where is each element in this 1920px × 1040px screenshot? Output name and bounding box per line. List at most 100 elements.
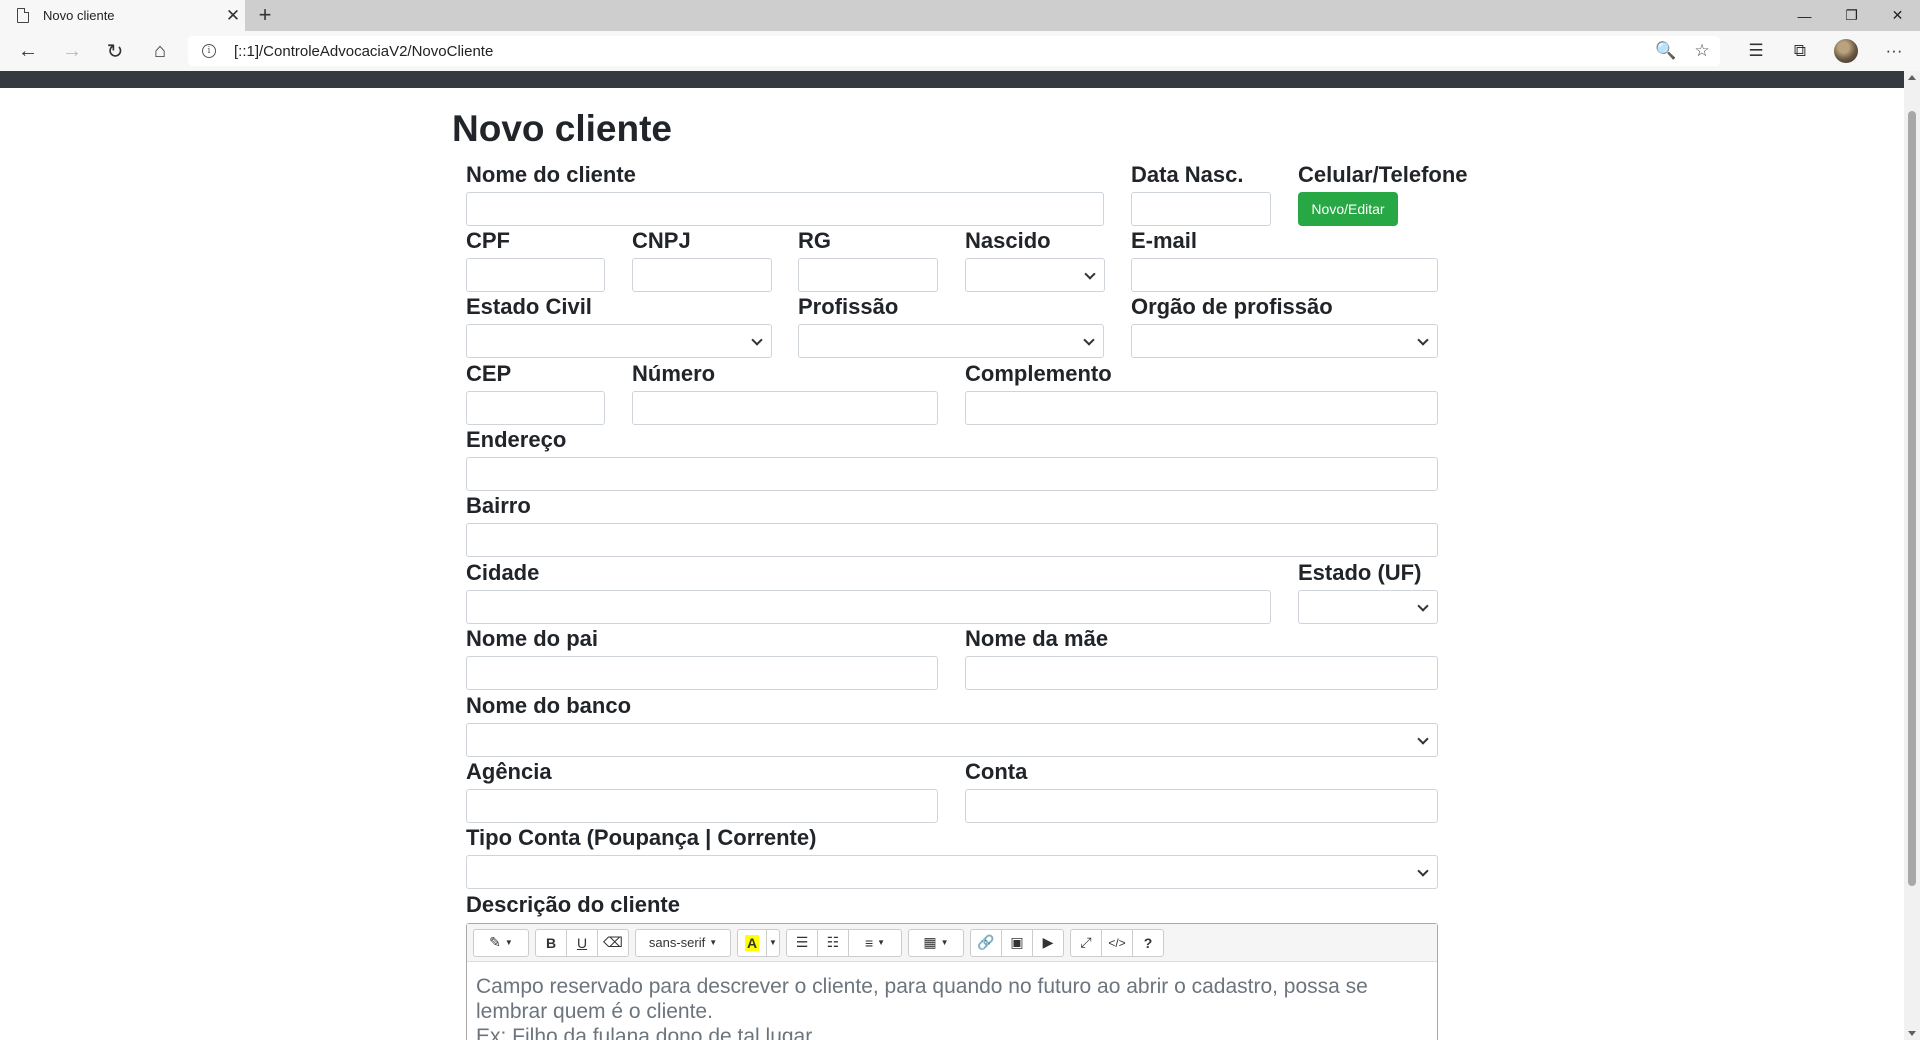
data-nasc-input[interactable] — [1131, 192, 1271, 226]
label-nascido: Nascido — [965, 228, 1051, 253]
label-estado-civil: Estado Civil — [466, 294, 592, 319]
scroll-up-icon[interactable] — [1908, 75, 1916, 80]
label-agencia: Agência — [466, 759, 552, 784]
label-cpf: CPF — [466, 228, 510, 253]
page-title: Novo cliente — [452, 108, 672, 149]
site-info-icon[interactable]: i — [202, 44, 216, 58]
editor-placeholder-line: Ex: Filho da fulana dono de tal lugar — [476, 1025, 813, 1040]
agencia-input[interactable] — [466, 789, 938, 823]
code-view-icon[interactable]: </> — [1101, 928, 1133, 957]
nascido-select[interactable] — [965, 258, 1105, 292]
bold-button[interactable]: B — [535, 928, 567, 957]
text-color-button[interactable]: A — [737, 928, 767, 957]
bairro-input[interactable] — [466, 523, 1438, 557]
tipo-conta-select[interactable] — [466, 855, 1438, 889]
estado-civil-select[interactable] — [466, 324, 772, 358]
ordered-list-icon[interactable]: ☷ — [817, 928, 849, 957]
label-cep: CEP — [466, 361, 512, 386]
more-menu-icon[interactable]: ··· — [1876, 31, 1912, 71]
editor-toolbar: ✎ ▼ B U ⌫ sans-serif ▼ A ▼ ☰ ☷ ≡ ▼ ▦ ▼ 🔗… — [467, 924, 1437, 962]
tab-title: Novo cliente — [43, 8, 115, 23]
home-button[interactable]: ⌂ — [142, 31, 178, 71]
paragraph-align-dropdown[interactable]: ≡ ▼ — [848, 928, 902, 957]
restore-button[interactable]: ❐ — [1829, 0, 1874, 31]
favorite-star-icon[interactable]: ☆ — [1684, 41, 1720, 61]
link-icon[interactable]: 🔗 — [970, 928, 1002, 957]
label-data-nasc: Data Nasc. — [1131, 162, 1244, 187]
label-rg: RG — [798, 228, 831, 253]
mae-input[interactable] — [965, 656, 1438, 690]
tab-close-icon[interactable]: ✕ — [221, 6, 245, 26]
cnpj-input[interactable] — [632, 258, 772, 292]
forward-button[interactable]: → — [54, 31, 90, 71]
orgao-select[interactable] — [1131, 324, 1438, 358]
scroll-thumb[interactable] — [1908, 111, 1916, 886]
email-input[interactable] — [1131, 258, 1438, 292]
page-icon — [17, 8, 29, 23]
refresh-button[interactable]: ↻ — [97, 31, 133, 71]
font-family-dropdown[interactable]: sans-serif ▼ — [635, 928, 731, 957]
label-complemento: Complemento — [965, 361, 1112, 386]
label-numero: Número — [632, 361, 716, 386]
close-window-button[interactable]: ✕ — [1875, 0, 1920, 31]
label-descricao: Descrição do cliente — [466, 892, 680, 917]
label-pai: Nome do pai — [466, 626, 599, 651]
page-content: Novo cliente Nome do cliente Data Nasc. … — [0, 71, 1920, 1040]
label-orgao: Orgão de profissão — [1131, 294, 1333, 319]
cidade-input[interactable] — [466, 590, 1271, 624]
complemento-input[interactable] — [965, 391, 1438, 425]
table-dropdown[interactable]: ▦ ▼ — [908, 928, 964, 957]
numero-input[interactable] — [632, 391, 938, 425]
video-icon[interactable]: ▶ — [1032, 928, 1064, 957]
cep-input[interactable] — [466, 391, 605, 425]
editor-content[interactable]: Campo reservado para descrever o cliente… — [467, 962, 1437, 1040]
collections-icon[interactable]: ⧉ — [1782, 31, 1818, 71]
scroll-down-icon[interactable] — [1908, 1031, 1916, 1036]
style-dropdown[interactable]: ✎ ▼ — [473, 928, 529, 957]
editor-placeholder-line: lembrar quem é o cliente. — [476, 1000, 713, 1023]
page-scrollbar[interactable] — [1904, 71, 1920, 1040]
clear-format-icon[interactable]: ⌫ — [597, 928, 629, 957]
zoom-icon[interactable]: 🔍 — [1648, 41, 1684, 61]
font-family-label: sans-serif — [648, 935, 706, 950]
new-tab-button[interactable]: + — [252, 2, 278, 28]
cpf-input[interactable] — [466, 258, 605, 292]
app-navbar — [0, 71, 1904, 88]
label-estado: Estado (UF) — [1298, 560, 1422, 585]
profile-avatar[interactable] — [1834, 39, 1858, 63]
rg-input[interactable] — [798, 258, 938, 292]
label-celular: Celular/Telefone — [1298, 162, 1468, 187]
rich-text-editor[interactable]: ✎ ▼ B U ⌫ sans-serif ▼ A ▼ ☰ ☷ ≡ ▼ ▦ ▼ 🔗… — [466, 923, 1438, 1040]
unordered-list-icon[interactable]: ☰ — [786, 928, 818, 957]
conta-input[interactable] — [965, 789, 1438, 823]
url-text: [::1]/ControleAdvocaciaV2/NovoCliente — [234, 42, 494, 60]
pai-input[interactable] — [466, 656, 938, 690]
label-endereco: Endereço — [466, 427, 567, 452]
favorites-icon[interactable]: ☰ — [1738, 31, 1774, 71]
image-icon[interactable]: ▣ — [1001, 928, 1033, 957]
underline-button[interactable]: U — [566, 928, 598, 957]
label-conta: Conta — [965, 759, 1028, 784]
estado-select[interactable] — [1298, 590, 1438, 624]
label-cidade: Cidade — [466, 560, 540, 585]
banco-select[interactable] — [466, 723, 1438, 757]
fullscreen-icon[interactable]: ⤢ — [1070, 928, 1102, 957]
novo-editar-button[interactable]: Novo/Editar — [1298, 192, 1398, 226]
label-mae: Nome da mãe — [965, 626, 1109, 651]
text-color-dropdown[interactable]: ▼ — [766, 928, 780, 957]
endereco-input[interactable] — [466, 457, 1438, 491]
label-cnpj: CNPJ — [632, 228, 691, 253]
editor-placeholder-line: Campo reservado para descrever o cliente… — [476, 975, 1368, 998]
text-color-icon: A — [744, 934, 760, 951]
url-field[interactable]: i [::1]/ControleAdvocaciaV2/NovoCliente … — [188, 36, 1720, 66]
browser-tab-bar: Novo cliente ✕ + — ❐ ✕ — [0, 0, 1920, 31]
help-icon[interactable]: ? — [1132, 928, 1164, 957]
align-icon: ≡ — [864, 934, 874, 951]
label-tipo-conta: Tipo Conta (Poupança | Corrente) — [466, 825, 817, 850]
minimize-button[interactable]: — — [1782, 0, 1827, 31]
profissao-select[interactable] — [798, 324, 1104, 358]
nome-input[interactable] — [466, 192, 1104, 226]
magic-wand-icon: ✎ — [489, 934, 501, 950]
browser-tab[interactable]: Novo cliente ✕ — [0, 0, 245, 31]
back-button[interactable]: ← — [10, 31, 46, 71]
